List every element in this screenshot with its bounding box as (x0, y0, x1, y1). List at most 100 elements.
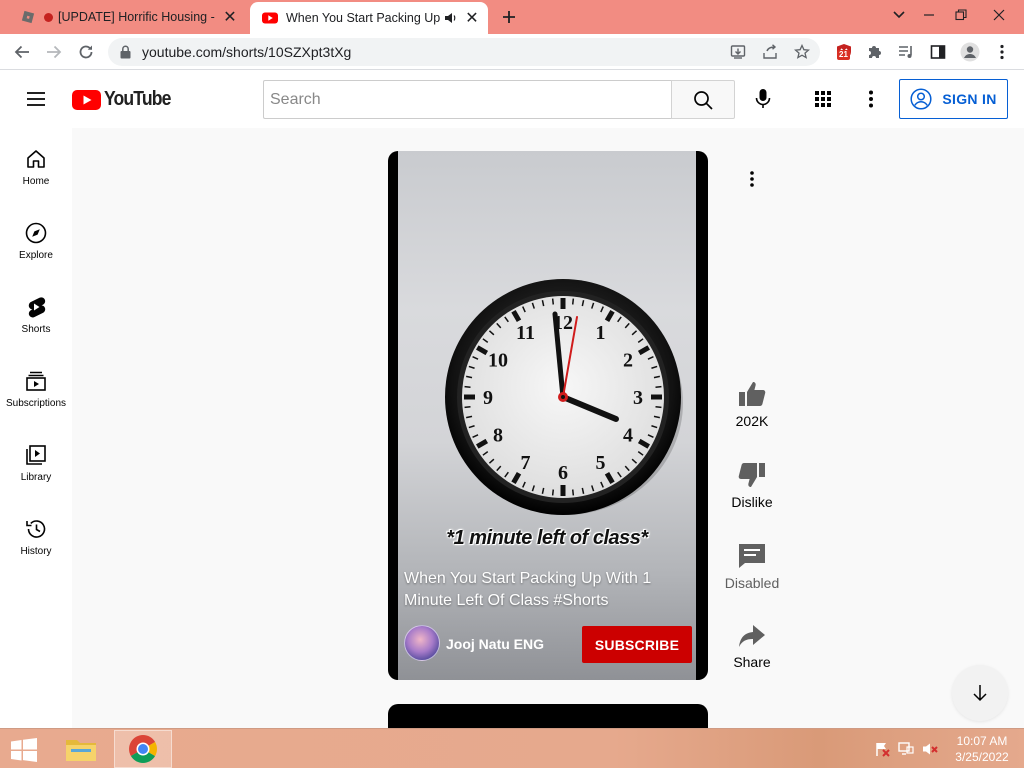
next-short-button[interactable] (952, 665, 1008, 721)
restore-button[interactable] (944, 0, 978, 30)
install-app-icon[interactable] (728, 42, 748, 62)
lock-icon[interactable] (120, 45, 131, 59)
comments-button[interactable]: Disabled (716, 543, 788, 591)
youtube-apps-button[interactable] (807, 83, 839, 115)
channel-avatar[interactable] (404, 625, 440, 661)
comment-icon (739, 544, 765, 568)
guide-item-label: Shorts (21, 324, 51, 335)
clock-numeral: 10 (488, 350, 508, 372)
wall-clock-image: 12 1234567891011 (445, 279, 683, 515)
minimize-button[interactable] (912, 0, 946, 30)
guide-item-library[interactable]: Library (0, 424, 72, 498)
thumbs-down-icon (738, 463, 765, 487)
start-button[interactable] (6, 735, 42, 765)
reload-icon (79, 45, 93, 59)
clock-minute-tick (655, 405, 662, 409)
browser-tab-strip: [UPDATE] Horrific Housing - R ✕ When You… (0, 0, 1024, 34)
profile-button[interactable] (956, 38, 984, 66)
side-panel-icon (930, 45, 946, 59)
plus-icon (503, 11, 515, 23)
close-tab-icon[interactable]: ✕ (460, 6, 484, 30)
shorts-player[interactable]: 12 1 2 3 4 5 6 7 8 9 10 11 *1 minute left of class*… (388, 151, 708, 680)
action-center-icon[interactable] (874, 741, 890, 757)
speaker-icon[interactable] (444, 11, 458, 25)
clock-minute-tick (551, 489, 555, 496)
roblox-favicon-icon (21, 10, 35, 24)
forward-button[interactable] (40, 38, 68, 66)
tab-search-button[interactable] (882, 0, 916, 30)
youtube-play-logo-icon (72, 89, 101, 110)
media-queue-icon (899, 46, 912, 58)
video-frame[interactable]: 12 1 2 3 4 5 6 7 8 9 10 11 *1 minute left of class*… (398, 151, 696, 680)
tab-title: [UPDATE] Horrific Housing - R (44, 10, 218, 24)
clock-numeral: 11 (516, 322, 535, 344)
tab-title: When You Start Packing Up W (286, 11, 444, 25)
media-controls-button[interactable] (892, 38, 920, 66)
shorts-icon (28, 297, 46, 318)
taskbar-file-explorer[interactable] (52, 730, 110, 768)
volume-muted-icon[interactable] (922, 741, 938, 757)
system-clock[interactable]: 10:07 AM 3/25/2022 (950, 733, 1014, 765)
clock-numeral: 4 (623, 425, 633, 447)
vertical-dots-icon (750, 171, 754, 187)
extension-adblock-button[interactable]: 21 (830, 38, 858, 66)
close-tab-icon[interactable]: ✕ (218, 5, 242, 29)
url-text: youtube.com/shorts/10SZXpt3tXg (142, 44, 352, 60)
address-bar[interactable]: youtube.com/shorts/10SZXpt3tXg (108, 38, 820, 66)
settings-menu-button[interactable] (855, 83, 887, 115)
sign-in-button[interactable]: SIGN IN (899, 79, 1008, 119)
voice-search-button[interactable] (743, 79, 783, 119)
dislike-button[interactable]: Dislike (716, 462, 788, 510)
bookmark-star-icon[interactable] (792, 42, 812, 62)
network-icon[interactable] (898, 741, 914, 757)
account-circle-icon (910, 88, 932, 110)
guide-item-explore[interactable]: Explore (0, 202, 72, 276)
video-caption: *1 minute left of class* (446, 527, 648, 549)
channel-name[interactable]: Jooj Natu ENG (446, 636, 544, 652)
extension-badge: 21 (837, 50, 850, 60)
search-input[interactable] (263, 80, 672, 119)
microphone-icon (755, 89, 771, 108)
chrome-icon (129, 735, 157, 763)
browser-toolbar: youtube.com/shorts/10SZXpt3tXg 21 (0, 34, 1024, 70)
short-title[interactable]: When You Start Packing Up With 1 Minute … (404, 568, 674, 612)
windows-taskbar: 10:07 AM 3/25/2022 (0, 728, 1024, 768)
clock-minute-tick (655, 385, 662, 389)
guide-item-subscriptions[interactable]: Subscriptions (0, 350, 72, 424)
reload-button[interactable] (72, 38, 100, 66)
guide-item-label: Home (22, 176, 50, 187)
dislike-label: Dislike (731, 494, 773, 510)
back-button[interactable] (8, 38, 36, 66)
clock-numeral: 7 (521, 452, 531, 474)
youtube-logo[interactable]: YouTube (72, 88, 180, 111)
tab-horrific-housing[interactable]: [UPDATE] Horrific Housing - R ✕ (8, 0, 246, 34)
clock-minute-tick (571, 489, 575, 496)
folder-icon (66, 740, 96, 761)
side-panel-button[interactable] (924, 38, 952, 66)
share-arrow-icon (739, 625, 765, 647)
like-button[interactable]: 202K (716, 381, 788, 429)
hamburger-icon (27, 92, 45, 106)
tab-youtube-short[interactable]: When You Start Packing Up W ✕ (250, 2, 488, 34)
share-page-icon[interactable] (760, 42, 780, 62)
share-button[interactable]: Share (716, 624, 788, 670)
guide-item-shorts[interactable]: Shorts (0, 276, 72, 350)
browser-menu-button[interactable] (988, 38, 1016, 66)
compass-icon (25, 222, 47, 244)
close-icon (993, 9, 1005, 21)
guide-item-history[interactable]: History (0, 498, 72, 572)
clock-numeral: 6 (558, 462, 568, 484)
guide-item-home[interactable]: Home (0, 128, 72, 202)
subscribe-button[interactable]: SUBSCRIBE (582, 626, 692, 663)
arrow-down-icon (973, 685, 987, 702)
guide-menu-button[interactable] (20, 83, 52, 115)
short-menu-button[interactable] (736, 163, 768, 195)
sign-in-label: SIGN IN (942, 91, 997, 107)
like-count: 202K (735, 413, 769, 429)
extensions-button[interactable] (860, 38, 888, 66)
clock-numeral: 8 (493, 425, 503, 447)
search-button[interactable] (671, 80, 735, 119)
taskbar-chrome[interactable] (114, 730, 172, 768)
close-window-button[interactable] (982, 0, 1016, 30)
new-tab-button[interactable] (497, 5, 521, 29)
